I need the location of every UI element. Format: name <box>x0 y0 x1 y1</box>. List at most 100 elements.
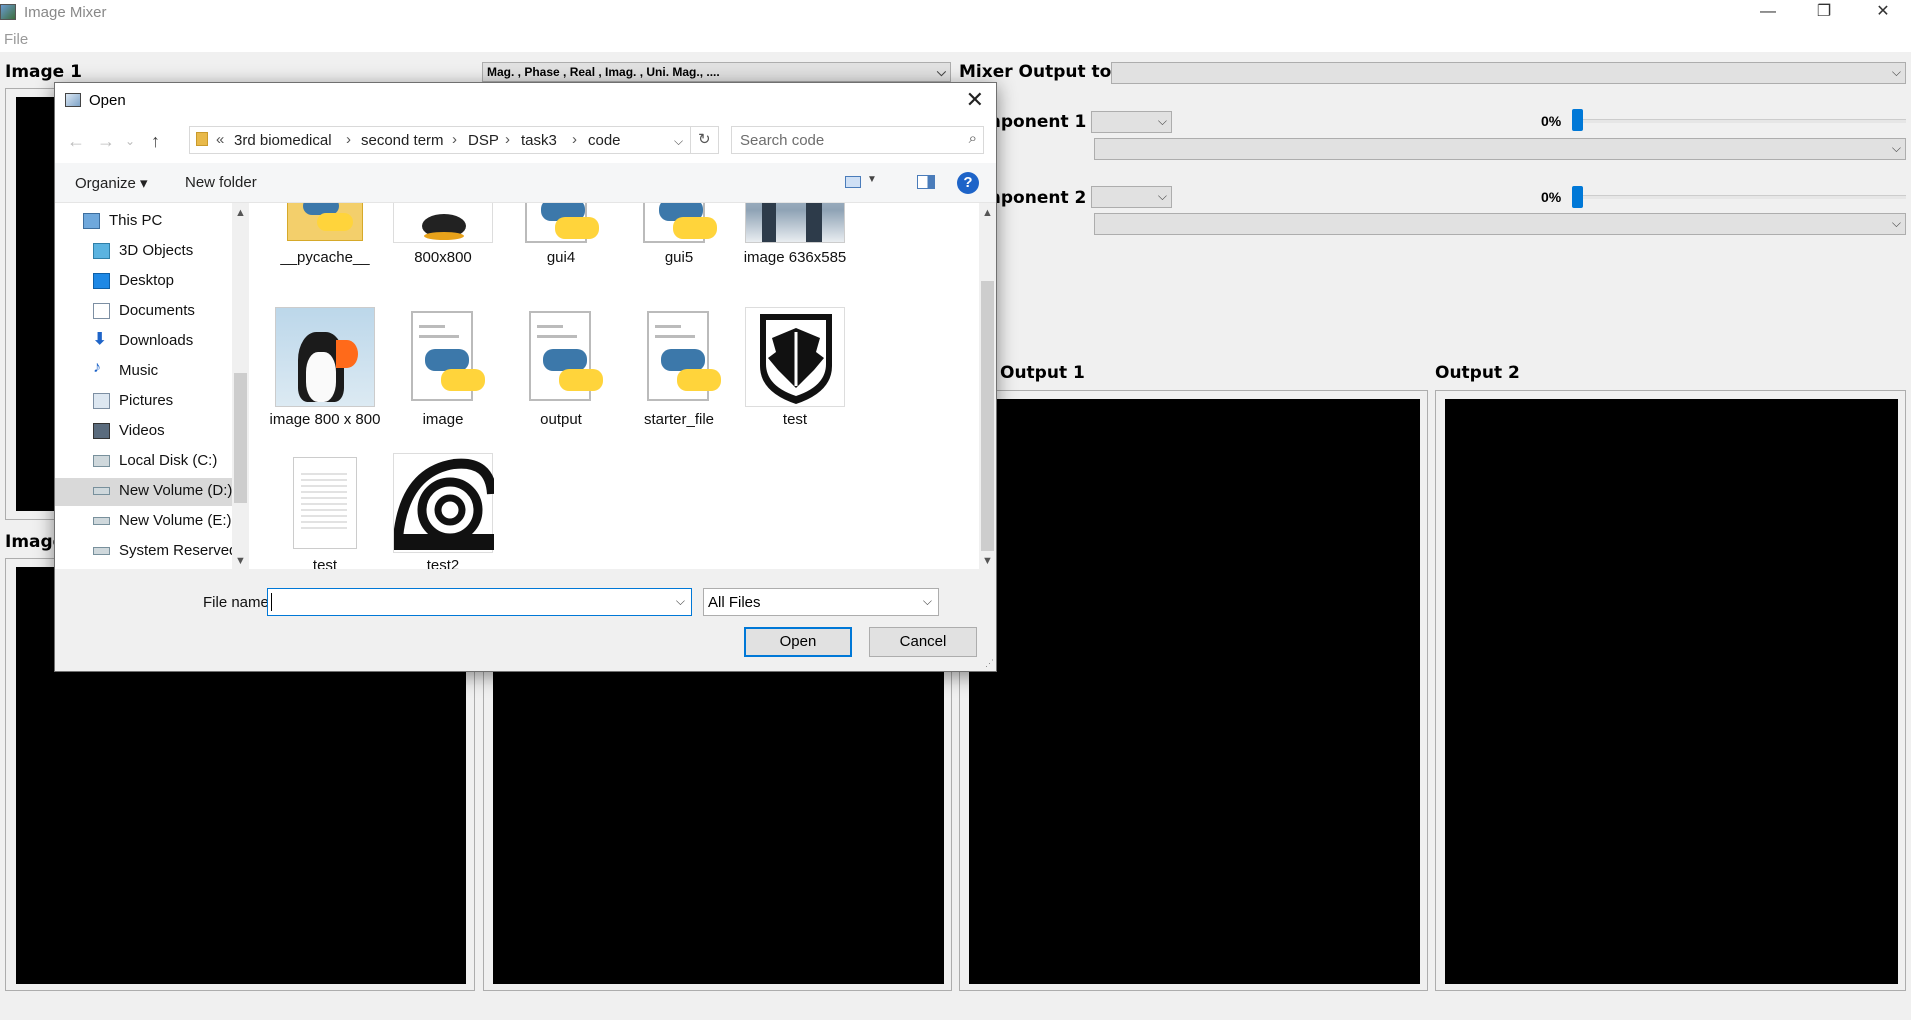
nav-item-this-pc[interactable]: This PC <box>55 208 235 236</box>
app-title: Image Mixer <box>24 4 107 21</box>
nav-item-downloads[interactable]: ⬇ Downloads <box>55 328 235 356</box>
component2-type-select[interactable]: ⌵ <box>1094 213 1906 235</box>
file-item[interactable]: output <box>505 307 617 447</box>
component-select[interactable]: Mag. , Phase , Real , Imag. , Uni. Mag.,… <box>482 62 951 82</box>
file-item[interactable]: 800x800 <box>387 203 499 301</box>
chevron-down-icon[interactable]: ⌵ <box>676 594 685 609</box>
file-item[interactable]: gui4 <box>505 203 617 301</box>
output1-viewer[interactable] <box>969 399 1420 984</box>
component1-type-select[interactable]: ⌵ <box>1094 138 1906 160</box>
help-icon[interactable]: ? <box>957 172 979 194</box>
dialog-navbar: ← → ⌄ ↑ « 3rd biomedical › second term ›… <box>55 119 996 163</box>
breadcrumb-item[interactable]: second term <box>361 132 444 149</box>
back-arrow-icon[interactable]: ← <box>67 131 85 152</box>
component2-image-select[interactable]: ⌵ <box>1091 186 1172 208</box>
file-item[interactable]: image 800 x 800 <box>269 307 381 447</box>
python-logo-blue <box>661 349 705 371</box>
nav-item-pictures[interactable]: Pictures <box>55 388 235 416</box>
file-item[interactable]: image 636x585 <box>739 203 851 301</box>
file-item[interactable]: test <box>269 453 381 569</box>
drive-icon <box>93 547 110 555</box>
nav-item-music[interactable]: ♪ Music <box>55 358 235 386</box>
file-list-scrollbar[interactable]: ▲ ▼ <box>979 203 996 569</box>
nav-item-label: Downloads <box>119 332 194 349</box>
output2-label: Output 2 <box>1435 363 1520 383</box>
nav-item-local-disk-c[interactable]: Local Disk (C:) <box>55 448 235 476</box>
breadcrumb-item[interactable]: 3rd biomedical <box>234 132 332 149</box>
component-select-value: Mag. , Phase , Real , Imag. , Uni. Mag.,… <box>487 65 720 79</box>
file-item[interactable]: gui5 <box>623 203 735 301</box>
change-view-icon[interactable] <box>845 176 861 188</box>
close-button[interactable]: ✕ <box>1860 0 1906 26</box>
scroll-down-icon[interactable]: ▼ <box>982 555 993 567</box>
file-item[interactable]: __pycache__ <box>269 203 381 301</box>
file-name: gui4 <box>546 249 576 266</box>
preview-pane-icon[interactable] <box>917 175 935 189</box>
component2-slider-handle[interactable] <box>1572 186 1583 208</box>
scroll-down-icon[interactable]: ▼ <box>235 555 246 567</box>
python-logo-yellow <box>677 369 721 391</box>
component1-image-select[interactable]: ⌵ <box>1091 111 1172 133</box>
organize-button[interactable]: Organize ▾ <box>75 174 148 192</box>
file-name: test <box>312 557 338 569</box>
scrollbar-thumb[interactable] <box>981 281 994 551</box>
nav-item-3d-objects[interactable]: 3D Objects <box>55 238 235 266</box>
file-type-select[interactable]: All Files ⌵ <box>703 588 939 616</box>
nav-item-videos[interactable]: Videos <box>55 418 235 446</box>
nav-item-desktop[interactable]: Desktop <box>55 268 235 296</box>
figure-shape <box>806 203 822 242</box>
file-name: image 636x585 <box>743 249 847 266</box>
python-logo-yellow <box>555 217 599 239</box>
documents-icon <box>93 303 110 319</box>
component2-slider[interactable] <box>1576 195 1906 199</box>
breadcrumb-item[interactable]: code <box>588 132 621 149</box>
component1-slider-handle[interactable] <box>1572 109 1583 131</box>
mixer-output-select[interactable]: ⌵ <box>1111 62 1906 84</box>
navigation-pane: This PC 3D Objects Desktop Documents ⬇ D… <box>55 203 249 569</box>
drive-icon <box>93 455 110 467</box>
python-file-icon <box>511 203 611 243</box>
breadcrumb-overflow[interactable]: « <box>216 131 224 148</box>
file-item[interactable]: test2 <box>387 453 499 569</box>
nav-item-system-reserved[interactable]: System Reserved <box>55 538 235 566</box>
restore-button[interactable]: ❐ <box>1801 0 1847 26</box>
file-item[interactable]: test <box>739 307 851 447</box>
desktop-icon <box>93 273 110 289</box>
up-arrow-icon[interactable]: ↑ <box>151 131 160 152</box>
search-box[interactable]: Search code ⌕ <box>731 126 984 154</box>
scroll-up-icon[interactable]: ▲ <box>982 207 993 219</box>
python-logo-yellow <box>317 213 353 231</box>
dialog-close-icon[interactable]: ✕ <box>966 87 984 113</box>
file-name-input[interactable]: ⌵ <box>267 588 692 616</box>
scroll-up-icon[interactable]: ▲ <box>235 207 246 219</box>
file-item[interactable]: starter_file <box>623 307 735 447</box>
cancel-button[interactable]: Cancel <box>869 627 977 657</box>
nav-pane-scrollbar[interactable]: ▲ ▼ <box>232 203 249 569</box>
file-list: __pycache__ 800x800 gui4 gui5 image 636x… <box>249 203 979 569</box>
output1-panel <box>959 390 1428 991</box>
open-button[interactable]: Open <box>744 627 852 657</box>
chevron-down-icon[interactable]: ⌵ <box>674 134 683 149</box>
nav-item-documents[interactable]: Documents <box>55 298 235 326</box>
refresh-icon[interactable]: ↻ <box>698 130 711 148</box>
breadcrumb[interactable]: « 3rd biomedical › second term › DSP › t… <box>189 126 719 154</box>
output1-label: Output 1 <box>1000 363 1085 383</box>
forward-arrow-icon[interactable]: → <box>97 131 115 152</box>
scrollbar-thumb[interactable] <box>234 373 247 503</box>
new-folder-button[interactable]: New folder <box>185 174 257 191</box>
leaf-spiral-icon <box>393 458 497 550</box>
breadcrumb-item[interactable]: DSP <box>468 132 499 149</box>
output2-viewer[interactable] <box>1445 399 1898 984</box>
search-input[interactable]: Search code <box>740 132 824 149</box>
component1-slider[interactable] <box>1576 119 1906 123</box>
file-item[interactable]: image <box>387 307 499 447</box>
resize-grip-icon[interactable]: ⋰ <box>985 658 994 669</box>
breadcrumb-item[interactable]: task3 <box>521 132 557 149</box>
nav-item-new-volume-e[interactable]: New Volume (E:) <box>55 508 235 536</box>
recent-locations-icon[interactable]: ⌄ <box>125 134 135 148</box>
view-options-chevron-icon[interactable]: ▼ <box>867 174 877 185</box>
python-logo-yellow <box>559 369 603 391</box>
menu-file[interactable]: File <box>4 31 28 48</box>
nav-item-new-volume-d[interactable]: New Volume (D:) <box>55 478 235 506</box>
minimize-button[interactable]: — <box>1745 0 1791 26</box>
